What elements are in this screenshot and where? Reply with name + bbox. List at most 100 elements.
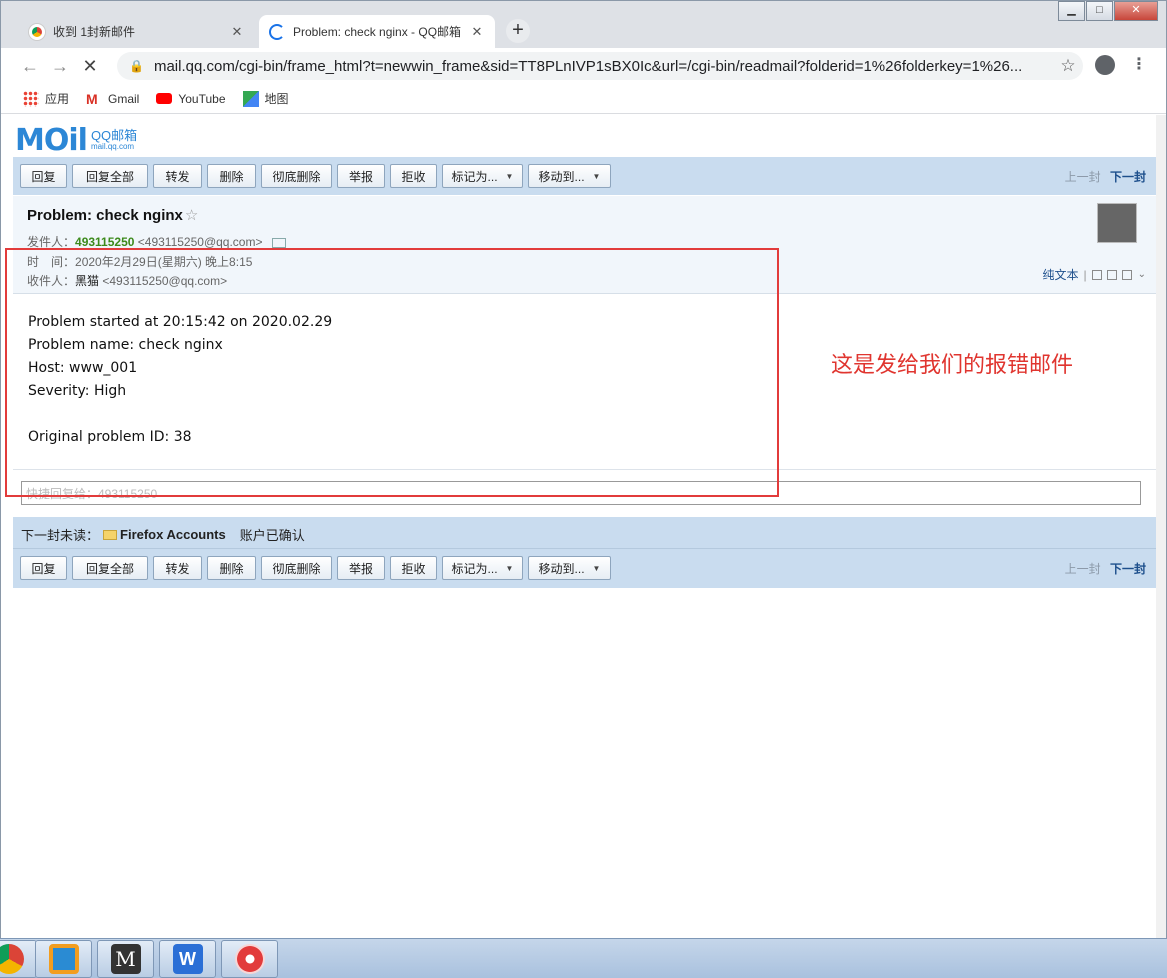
- annotation-highlight-box: [5, 248, 779, 497]
- next-mail-link[interactable]: 下一封: [1110, 562, 1146, 576]
- envelope-icon: [103, 529, 118, 540]
- mark-as-label: 标记为...: [451, 169, 498, 184]
- star-icon[interactable]: ☆: [185, 207, 198, 224]
- tab-label: 收到 1封新邮件: [53, 25, 136, 39]
- qq-mail-logo: MOil QQ邮箱 mail.qq.com: [15, 123, 137, 158]
- bookmark-maps[interactable]: 地图: [242, 90, 289, 107]
- reply-button[interactable]: 回复: [20, 164, 67, 188]
- lock-icon: 🔒: [129, 59, 144, 73]
- report-button[interactable]: 举报: [337, 556, 385, 580]
- reject-button[interactable]: 拒收: [390, 556, 437, 580]
- close-icon[interactable]: ✕: [229, 24, 245, 40]
- next-unread-label: 下一封未读：: [21, 528, 100, 543]
- print-icon[interactable]: [1121, 269, 1132, 280]
- bookmark-label: YouTube: [178, 91, 226, 106]
- profile-avatar-icon[interactable]: [1095, 55, 1115, 75]
- next-unread-line: 下一封未读： Firefox Accounts 账户已确认: [21, 525, 305, 544]
- annotation-text: 这是发给我们的报错邮件: [831, 352, 1074, 377]
- back-arrow-icon[interactable]: ←: [15, 56, 45, 77]
- window-close-button[interactable]: ✕: [1114, 1, 1158, 21]
- tab-problem[interactable]: Problem: check nginx - QQ邮箱 ✕: [259, 15, 495, 48]
- next-unread-sender[interactable]: Firefox Accounts: [120, 527, 226, 542]
- bookmark-label: Gmail: [108, 91, 140, 106]
- reply-button[interactable]: 回复: [20, 556, 67, 580]
- mark-as-dropdown[interactable]: 标记为... ▼: [442, 164, 523, 188]
- scrollbar[interactable]: [1156, 115, 1166, 938]
- sender-name[interactable]: 493115250: [75, 235, 134, 249]
- contact-card-icon[interactable]: [271, 237, 286, 248]
- more-menu-icon[interactable]: ⋮: [1131, 54, 1147, 74]
- loading-spinner-icon: [269, 23, 285, 40]
- reply-all-button[interactable]: 回复全部: [72, 556, 148, 580]
- delete-forever-button[interactable]: 彻底删除: [261, 164, 332, 188]
- bookmark-apps[interactable]: 应用: [23, 90, 69, 107]
- bookmark-gmail[interactable]: M Gmail: [86, 91, 139, 107]
- maps-icon: [242, 90, 259, 107]
- forward-button[interactable]: 转发: [153, 164, 202, 188]
- bookmark-star-icon[interactable]: ☆: [1053, 56, 1083, 76]
- bookmark-youtube[interactable]: YouTube: [156, 91, 226, 106]
- youtube-icon: [156, 93, 173, 104]
- forward-arrow-icon[interactable]: →: [45, 56, 75, 77]
- view-options: 纯文本 | ⌄: [1042, 266, 1146, 283]
- mail-page: MOil QQ邮箱 mail.qq.com 回复 回复全部 转发 删除 彻底删除…: [1, 115, 1158, 938]
- mark-as-dropdown[interactable]: 标记为... ▼: [442, 556, 523, 580]
- new-tab-button[interactable]: +: [506, 19, 530, 43]
- move-to-dropdown[interactable]: 移动到... ▼: [528, 164, 611, 188]
- pager: 上一封 下一封: [1065, 560, 1146, 577]
- url-text: mail.qq.com/cgi-bin/frame_html?t=newwin_…: [153, 57, 1023, 75]
- taskbar-app[interactable]: [221, 940, 278, 978]
- taskbar-typora[interactable]: M: [97, 940, 154, 978]
- delete-button[interactable]: 删除: [207, 164, 256, 188]
- delete-button[interactable]: 删除: [207, 556, 256, 580]
- reject-button[interactable]: 拒收: [390, 164, 437, 188]
- taskbar-chrome[interactable]: [0, 940, 37, 978]
- minimize-button[interactable]: ▁: [1058, 1, 1085, 21]
- apps-grid-icon: [23, 90, 39, 107]
- next-unread-subject[interactable]: 账户已确认: [240, 525, 305, 544]
- note-icon[interactable]: [1091, 269, 1102, 280]
- logo-mark: MOil: [15, 123, 88, 158]
- vmware-icon: [48, 944, 79, 974]
- bookmark-label: 应用: [45, 92, 70, 106]
- report-button[interactable]: 举报: [337, 164, 385, 188]
- markdown-editor-icon: M: [110, 944, 141, 974]
- close-icon[interactable]: ✕: [469, 24, 485, 40]
- move-to-dropdown[interactable]: 移动到... ▼: [528, 556, 611, 580]
- window-controls: ▁ □ ✕: [1057, 1, 1158, 21]
- chrome-favicon-icon: [29, 23, 45, 40]
- plain-text-link[interactable]: 纯文本: [1042, 266, 1078, 283]
- save-icon[interactable]: [1106, 269, 1117, 280]
- pager: 上一封 下一封: [1065, 168, 1146, 185]
- bottom-action-bar: 回复 回复全部 转发 删除 彻底删除 举报 拒收 标记为... ▼ 移动到... ▼…: [13, 549, 1158, 587]
- maximize-button[interactable]: □: [1086, 1, 1113, 21]
- mail-subject: Problem: check nginx ☆: [27, 206, 198, 224]
- stop-loading-icon[interactable]: ✕: [75, 56, 105, 77]
- move-to-label: 移动到...: [538, 169, 585, 184]
- prev-mail-link[interactable]: 上一封: [1065, 170, 1101, 184]
- taskbar: M W: [0, 938, 1167, 978]
- move-to-label: 移动到...: [538, 561, 585, 576]
- taskbar-vmware[interactable]: [35, 940, 92, 978]
- bookmark-label: 地图: [264, 92, 289, 106]
- forward-button[interactable]: 转发: [153, 556, 202, 580]
- sender-email: <493115250@qq.com>: [137, 235, 263, 249]
- caret-down-icon: ▼: [505, 171, 514, 181]
- tab-bar: 收到 1封新邮件 ✕ Problem: check nginx - QQ邮箱 ✕…: [1, 1, 1166, 48]
- chevron-down-icon[interactable]: ⌄: [1138, 269, 1146, 280]
- caret-down-icon: ▼: [592, 171, 601, 181]
- next-mail-link[interactable]: 下一封: [1110, 170, 1146, 184]
- gmail-icon: M: [86, 90, 98, 107]
- subject-text: Problem: check nginx: [27, 207, 183, 224]
- tab-label: Problem: check nginx - QQ邮箱: [293, 25, 462, 39]
- taskbar-wps[interactable]: W: [159, 940, 216, 978]
- reply-all-button[interactable]: 回复全部: [72, 164, 148, 188]
- logo-domain: mail.qq.com: [90, 141, 135, 151]
- tab-inbox[interactable]: 收到 1封新邮件 ✕: [19, 15, 255, 48]
- prev-mail-link[interactable]: 上一封: [1065, 562, 1101, 576]
- sender-avatar: [1097, 203, 1137, 243]
- delete-forever-button[interactable]: 彻底删除: [261, 556, 332, 580]
- address-bar[interactable]: 🔒 mail.qq.com/cgi-bin/frame_html?t=newwi…: [117, 52, 1083, 80]
- top-action-bar: 回复 回复全部 转发 删除 彻底删除 举报 拒收 标记为... ▼ 移动到... ▼…: [13, 157, 1158, 195]
- wps-icon: W: [172, 944, 203, 974]
